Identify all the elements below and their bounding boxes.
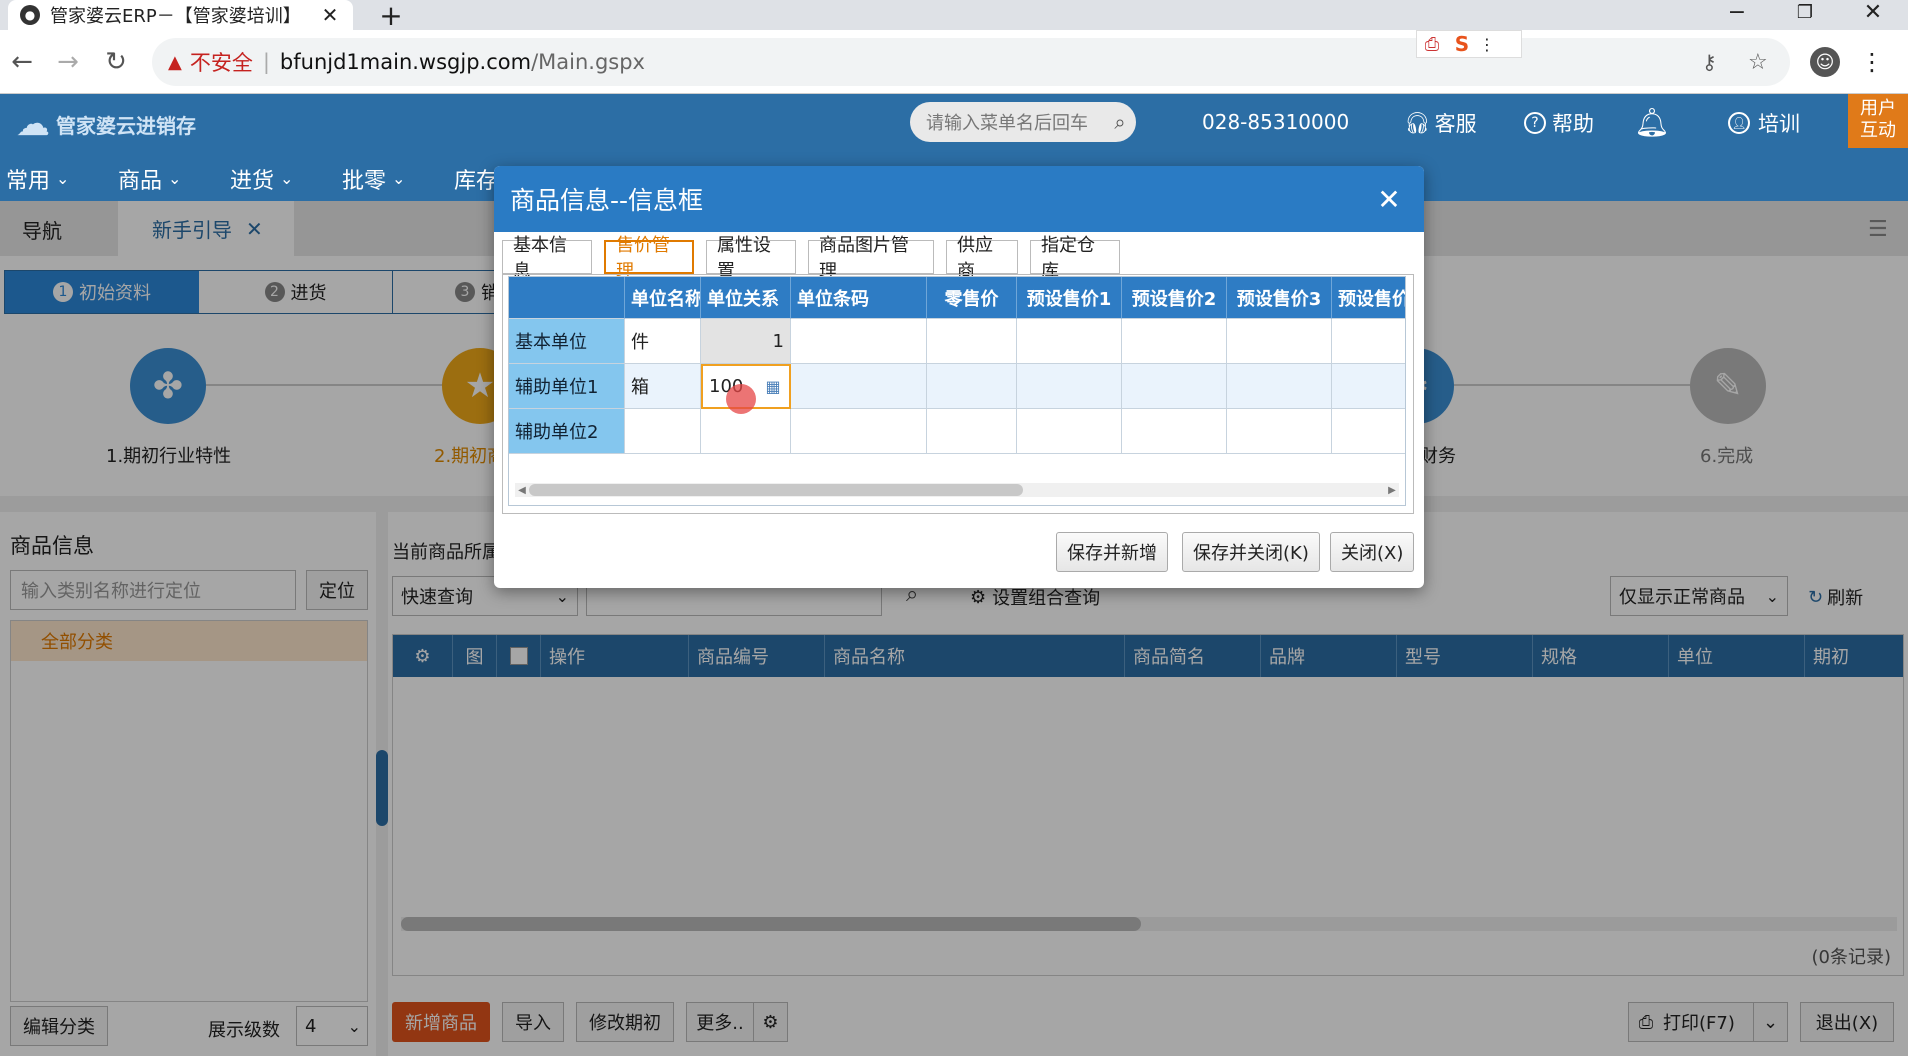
column-header: 预设售价: [1332, 277, 1405, 319]
price-cell[interactable]: [927, 319, 1017, 364]
price-cell[interactable]: [1017, 319, 1122, 364]
price-grid: 单位名称 单位关系 单位条码 零售价 预设售价1 预设售价2 预设售价3 预设售…: [508, 276, 1406, 506]
column-header: 预设售价2: [1122, 277, 1227, 319]
unit-relation-cell: 1: [701, 319, 791, 364]
scroll-right-icon[interactable]: ▶: [1385, 485, 1399, 496]
forward-icon[interactable]: →: [52, 46, 84, 78]
extension-more-icon[interactable]: ⋮: [1477, 35, 1497, 54]
browser-tab-title: 管家婆云ERP－【管家婆培训】: [50, 6, 301, 27]
save-and-new-button[interactable]: 保存并新增: [1056, 532, 1168, 572]
browser-menu-icon[interactable]: ⋮: [1860, 47, 1884, 77]
grid-corner: [509, 277, 625, 319]
price-cell[interactable]: [927, 364, 1017, 409]
row-header: 基本单位: [509, 319, 625, 364]
sogou-extension-icon[interactable]: S: [1447, 32, 1477, 56]
row-header: 辅助单位1: [509, 364, 625, 409]
security-label: 不安全: [189, 51, 253, 75]
unit-name-cell[interactable]: [625, 409, 701, 454]
url-domain: bfunjd1main.wsgjp.com: [279, 50, 532, 74]
browser-tab-strip: ● 管家婆云ERP－【管家婆培训】 ✕ + − ❐ ✕: [0, 0, 1908, 32]
minimize-icon[interactable]: −: [1722, 0, 1752, 25]
pdf-extension-icon[interactable]: ⎙: [1417, 34, 1447, 55]
price-cell[interactable]: [927, 409, 1017, 454]
restore-icon[interactable]: ❐: [1790, 0, 1820, 24]
warning-icon: ▲: [168, 51, 182, 73]
calculator-icon[interactable]: ▦: [763, 377, 783, 397]
price-cell[interactable]: [1332, 409, 1405, 454]
column-header: 单位名称: [625, 277, 701, 319]
unit-name-cell[interactable]: 箱: [625, 364, 701, 409]
price-cell[interactable]: [1227, 319, 1332, 364]
price-cell[interactable]: [1017, 409, 1122, 454]
window-close-icon[interactable]: ✕: [1858, 0, 1888, 25]
star-icon[interactable]: ☆: [1748, 50, 1768, 75]
tab-attribute-settings[interactable]: 属性设置: [706, 235, 796, 282]
profile-icon[interactable]: ☺: [1810, 47, 1840, 77]
back-icon[interactable]: ←: [6, 46, 38, 78]
address-divider: |: [262, 50, 270, 74]
tab-basic-info[interactable]: 基本信息: [502, 235, 592, 282]
browser-toolbar: ← → ↻ ▲ 不安全 | bfunjd1main.wsgjp.com /Mai…: [0, 30, 1908, 94]
tab-close-icon[interactable]: ✕: [319, 3, 341, 27]
price-cell[interactable]: [1122, 364, 1227, 409]
barcode-cell[interactable]: [791, 319, 927, 364]
save-and-close-button[interactable]: 保存并关闭(K): [1182, 532, 1320, 572]
grid-scrollbar-thumb[interactable]: [529, 484, 1023, 496]
dialog-title: 商品信息--信息框: [510, 186, 704, 215]
price-cell[interactable]: [1332, 364, 1405, 409]
tab-price-management[interactable]: 售价管理: [604, 235, 694, 282]
tab-supplier[interactable]: 供应商: [946, 235, 1018, 282]
goods-info-dialog: 商品信息--信息框 ✕ 基本信息 售价管理 属性设置 商品图片管理 供应商 指定…: [494, 166, 1424, 588]
column-header: 预设售价3: [1227, 277, 1332, 319]
key-icon[interactable]: ⚷: [1702, 50, 1717, 74]
price-cell[interactable]: [1122, 319, 1227, 364]
column-header: 预设售价1: [1017, 277, 1122, 319]
unit-relation-cell[interactable]: [701, 409, 791, 454]
column-header: 单位关系: [701, 277, 791, 319]
column-header: 单位条码: [791, 277, 927, 319]
scroll-left-icon[interactable]: ◀: [515, 485, 529, 496]
close-button[interactable]: 关闭(X): [1330, 532, 1415, 572]
tab-image-management[interactable]: 商品图片管理: [808, 235, 934, 282]
price-cell[interactable]: [1332, 319, 1405, 364]
browser-tab[interactable]: ● 管家婆云ERP－【管家婆培训】 ✕: [8, 0, 353, 30]
extension-tray: ⎙ S ⋮: [1416, 30, 1522, 58]
dialog-header: 商品信息--信息框 ✕: [494, 166, 1424, 232]
column-header: 零售价: [927, 277, 1017, 319]
site-favicon-icon: ●: [20, 5, 40, 25]
grid-horizontal-scrollbar[interactable]: ◀ ▶: [515, 483, 1399, 497]
price-cell[interactable]: [1122, 409, 1227, 454]
close-icon[interactable]: ✕: [1372, 182, 1406, 216]
new-tab-icon[interactable]: +: [376, 0, 406, 32]
price-cell[interactable]: [1017, 364, 1122, 409]
address-bar[interactable]: ▲ 不安全 | bfunjd1main.wsgjp.com /Main.gspx…: [152, 38, 1790, 86]
click-indicator: [726, 384, 756, 414]
tab-warehouse[interactable]: 指定仓库: [1030, 235, 1120, 282]
row-header: 辅助单位2: [509, 409, 625, 454]
url-path: /Main.gspx: [531, 50, 645, 74]
reload-icon[interactable]: ↻: [100, 46, 132, 78]
barcode-cell[interactable]: [791, 409, 927, 454]
barcode-cell[interactable]: [791, 364, 927, 409]
unit-name-cell[interactable]: 件: [625, 319, 701, 364]
price-cell[interactable]: [1227, 364, 1332, 409]
price-cell[interactable]: [1227, 409, 1332, 454]
